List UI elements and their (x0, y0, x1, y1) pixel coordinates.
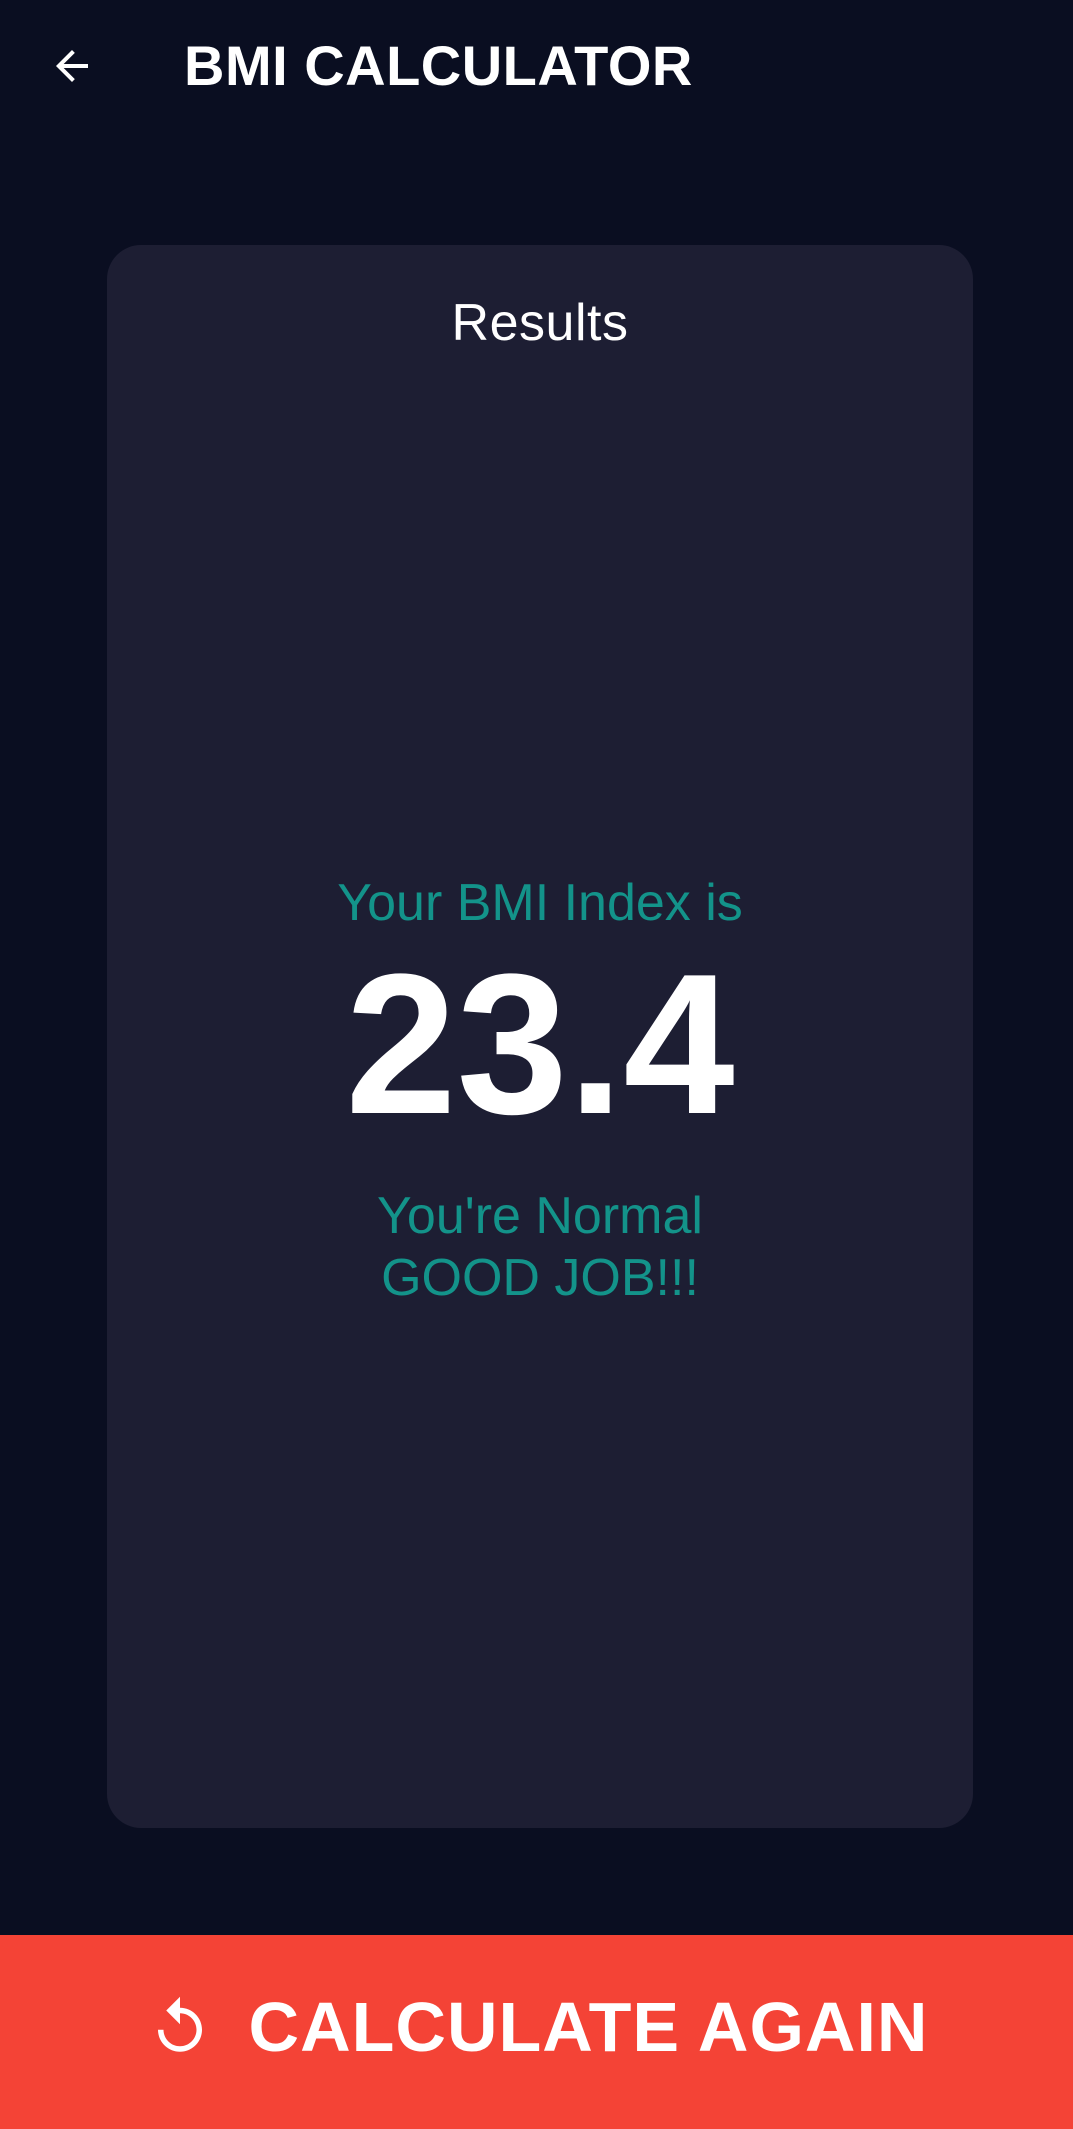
calculate-again-button[interactable]: CALCULATE AGAIN (0, 1935, 1073, 2129)
bmi-results-screen: BMI CALCULATOR Results Your BMI Index is… (0, 0, 1073, 2129)
result-card: Results Your BMI Index is 23.4 You're No… (107, 245, 973, 1828)
page-title: BMI CALCULATOR (184, 34, 693, 97)
calculate-again-content: CALCULATE AGAIN (145, 1987, 929, 2067)
bmi-value: 23.4 (345, 933, 735, 1156)
bmi-label: Your BMI Index is (337, 874, 743, 932)
bmi-status-line-1: You're Normal (377, 1187, 703, 1245)
calculate-again-label: CALCULATE AGAIN (248, 1988, 929, 2066)
results-heading: Results (451, 294, 629, 352)
bmi-status: You're Normal GOOD JOB!!! (107, 1185, 973, 1309)
arrow-left-icon (56, 50, 88, 82)
bmi-status-line-2: GOOD JOB!!! (381, 1249, 699, 1307)
refresh-icon (145, 1992, 215, 2062)
back-button[interactable] (36, 30, 108, 102)
app-bar: BMI CALCULATOR (0, 0, 1073, 130)
